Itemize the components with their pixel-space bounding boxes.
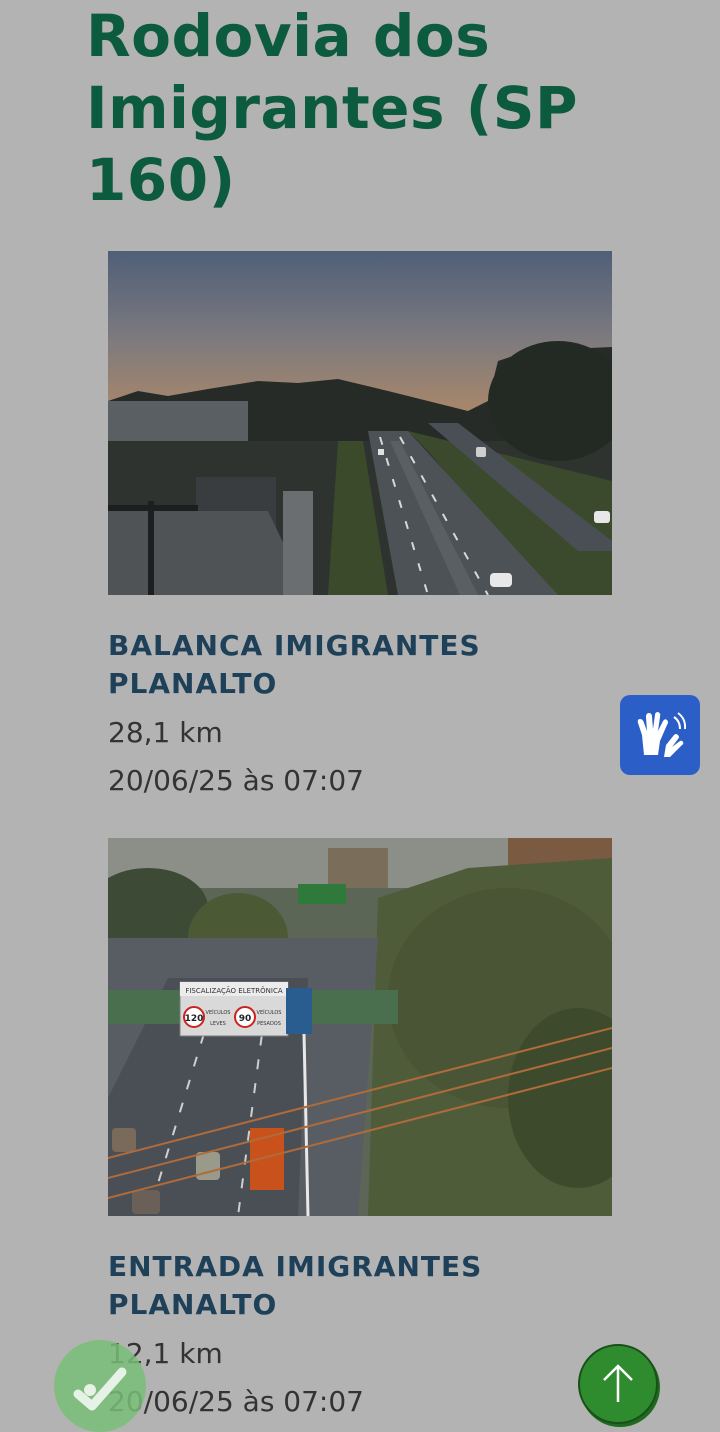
svg-text:VEÍCULOS: VEÍCULOS [206,1009,231,1016]
libras-accessibility-button[interactable] [620,695,700,775]
back-to-top-button[interactable] [578,1344,658,1424]
svg-text:VEÍCULOS: VEÍCULOS [257,1009,282,1016]
camera-km: 28,1 km [108,716,223,749]
svg-text:120: 120 [185,1014,204,1024]
svg-text:PESADOS: PESADOS [257,1021,281,1027]
speed-sign: FISCALIZAÇÃO ELETRÔNICA 120 VEÍCULOS LEV… [179,981,312,1037]
hands-sign-language-icon [637,712,686,757]
camera-image-drawing: FISCALIZAÇÃO ELETRÔNICA 120 VEÍCULOS LEV… [108,838,612,1216]
svg-text:FISCALIZAÇÃO ELETRÔNICA: FISCALIZAÇÃO ELETRÔNICA [185,986,283,995]
svg-text:90: 90 [239,1014,252,1024]
camera-updated-time: 20/06/25 às 07:07 [108,764,364,797]
page-title: Rodovia dos Imigrantes (SP 160) [86,2,579,214]
svg-text:LEVES: LEVES [210,1021,226,1027]
camera-image-drawing [108,251,612,595]
camera-card[interactable]: FISCALIZAÇÃO ELETRÔNICA 120 VEÍCULOS LEV… [108,838,612,1426]
arrow-up-icon [603,1364,633,1402]
camera-updated-time: 20/06/25 às 07:07 [108,1385,364,1418]
cookie-consent-button[interactable] [54,1340,146,1432]
camera-image[interactable] [108,251,612,595]
camera-image[interactable]: FISCALIZAÇÃO ELETRÔNICA 120 VEÍCULOS LEV… [108,838,612,1216]
camera-name[interactable]: ENTRADA IMIGRANTES PLANALTO [108,1248,612,1324]
cookie-consent-icon [73,1367,127,1411]
camera-name[interactable]: BALANCA IMIGRANTES PLANALTO [108,627,612,703]
camera-card[interactable]: BALANCA IMIGRANTES PLANALTO 28,1 km 20/0… [108,251,612,805]
camera-km: 12,1 km [108,1337,223,1370]
